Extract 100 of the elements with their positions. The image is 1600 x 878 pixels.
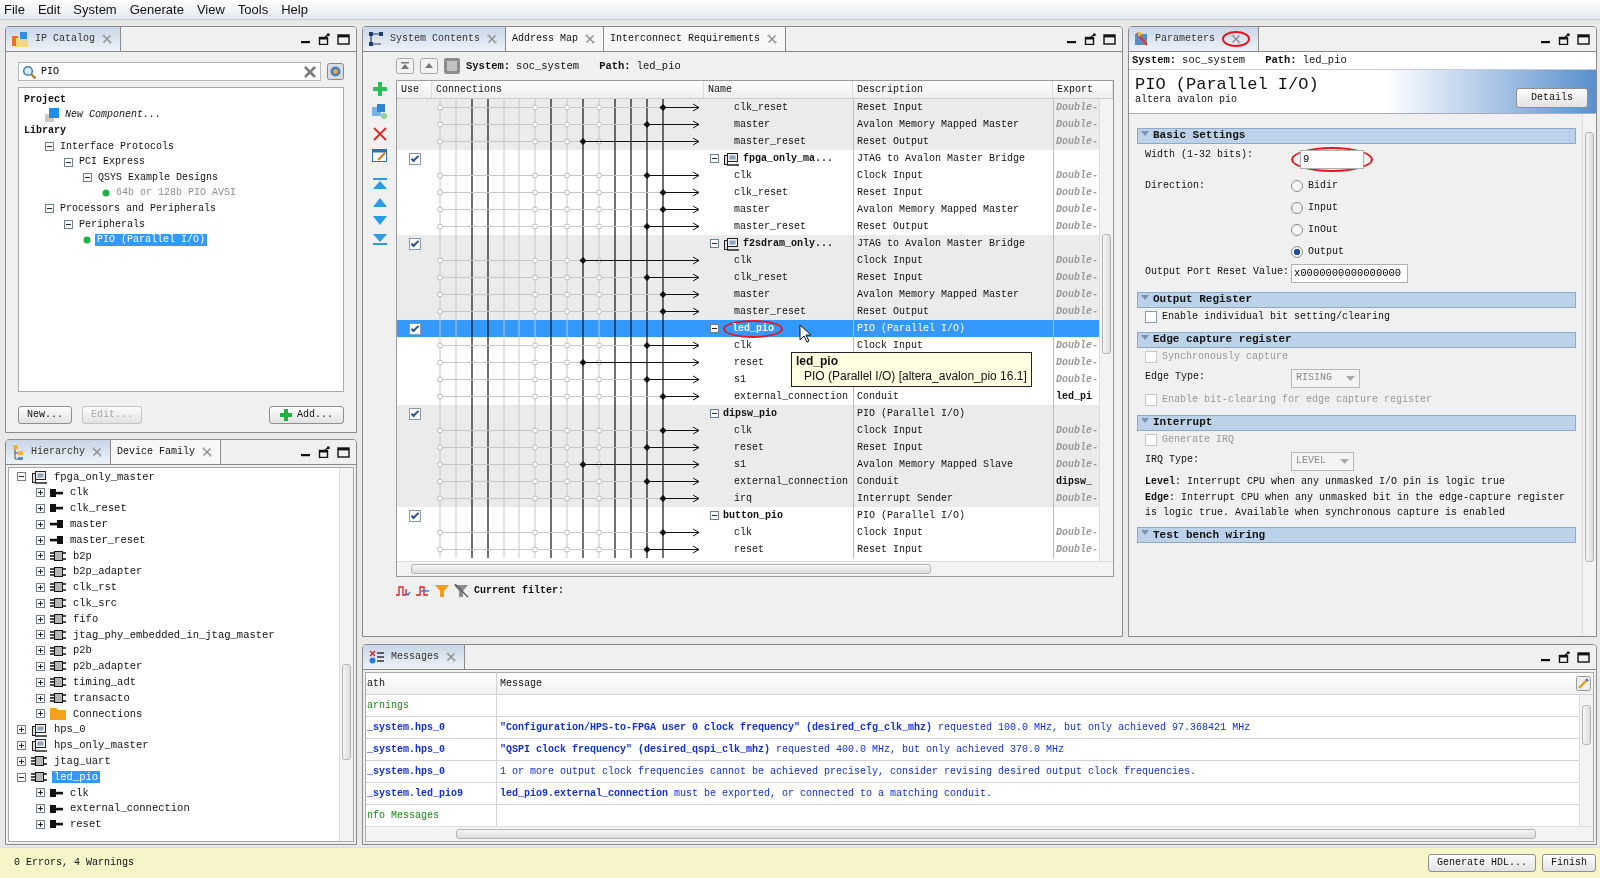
collapse-icon[interactable] bbox=[17, 772, 26, 782]
scrollbar[interactable] bbox=[397, 561, 1113, 576]
expand-icon[interactable] bbox=[17, 740, 26, 750]
restore-icon[interactable] bbox=[318, 33, 330, 45]
maximize-icon[interactable] bbox=[1577, 651, 1590, 663]
radio-button[interactable] bbox=[1291, 179, 1303, 192]
scrollbar[interactable] bbox=[339, 468, 353, 841]
collapse-icon[interactable] bbox=[64, 157, 73, 167]
collapse-icon[interactable] bbox=[17, 472, 26, 482]
expand-icon[interactable] bbox=[17, 756, 26, 766]
tree-item[interactable]: jtag_uart bbox=[52, 754, 113, 768]
expand-icon[interactable] bbox=[36, 709, 45, 719]
scrollbar[interactable] bbox=[1099, 99, 1113, 561]
maximize-icon[interactable] bbox=[1577, 33, 1590, 45]
expand-icon[interactable] bbox=[36, 661, 45, 671]
menu-item[interactable]: Generate bbox=[129, 1, 184, 18]
scrollbar[interactable] bbox=[1582, 113, 1596, 636]
tree-item[interactable]: Peripherals bbox=[77, 218, 147, 231]
waveform-icon[interactable] bbox=[416, 585, 430, 597]
button[interactable]: Finish bbox=[1542, 854, 1596, 872]
expand-icon[interactable] bbox=[36, 819, 45, 829]
remove-icon[interactable] bbox=[372, 127, 387, 141]
expand-icon[interactable] bbox=[36, 488, 45, 498]
tree-item[interactable]: clk_reset bbox=[68, 502, 129, 515]
expand-icon[interactable] bbox=[36, 535, 45, 545]
checkbox[interactable] bbox=[408, 237, 421, 250]
checkbox[interactable] bbox=[1145, 310, 1157, 323]
expand-icon[interactable] bbox=[36, 504, 45, 513]
maximize-icon[interactable] bbox=[337, 33, 350, 45]
menu-item[interactable]: View bbox=[196, 1, 225, 18]
restore-icon[interactable] bbox=[318, 446, 330, 458]
column-header[interactable]: Name bbox=[704, 81, 853, 98]
collapse-icon[interactable] bbox=[83, 173, 92, 183]
collapse-icon[interactable] bbox=[45, 204, 54, 214]
section-header[interactable]: Edge capture register bbox=[1137, 331, 1576, 348]
collapse-icon[interactable] bbox=[710, 511, 719, 520]
radio-button[interactable] bbox=[1291, 201, 1303, 214]
collapse-icon[interactable] bbox=[710, 324, 719, 333]
checkbox[interactable] bbox=[408, 152, 421, 165]
tree-item[interactable]: clk_src bbox=[71, 596, 120, 610]
move-up-button[interactable] bbox=[420, 58, 438, 74]
menu-item[interactable]: Help bbox=[281, 1, 308, 18]
tree-item[interactable]: fifo bbox=[71, 612, 101, 626]
menu-item[interactable]: Edit bbox=[37, 1, 61, 18]
panel-tab[interactable]: Hierarchy bbox=[6, 440, 111, 464]
filter-icon[interactable] bbox=[454, 584, 469, 598]
panel-tab[interactable]: System Contents bbox=[363, 27, 506, 51]
tree-item[interactable]: jtag_phy_embedded_in_jtag_master bbox=[71, 628, 277, 642]
close-icon[interactable] bbox=[92, 447, 102, 457]
tree-item[interactable]: Processors and Peripherals bbox=[58, 202, 219, 215]
expand-icon[interactable] bbox=[36, 693, 45, 703]
radio-button[interactable] bbox=[1291, 245, 1303, 258]
group-label[interactable]: nfo Messages bbox=[367, 809, 439, 822]
component-icon[interactable] bbox=[372, 104, 387, 119]
menu-item[interactable]: System bbox=[73, 1, 117, 18]
tree-item[interactable]: transacto bbox=[71, 691, 132, 705]
expand-icon[interactable] bbox=[36, 519, 45, 529]
expand-icon[interactable] bbox=[36, 646, 45, 656]
expand-icon[interactable] bbox=[36, 788, 45, 798]
tree-item[interactable]: timing_adt bbox=[71, 675, 138, 689]
close-icon[interactable] bbox=[487, 34, 497, 44]
checkbox[interactable] bbox=[408, 322, 421, 335]
expand-icon[interactable] bbox=[36, 582, 45, 592]
close-icon[interactable] bbox=[102, 34, 112, 44]
tree-item[interactable]: hps_0 bbox=[52, 723, 88, 736]
button[interactable]: New... bbox=[18, 406, 72, 424]
restore-icon[interactable] bbox=[1084, 33, 1096, 45]
tree-item[interactable]: b2p_adapter bbox=[71, 565, 145, 578]
group-label[interactable]: arnings bbox=[367, 699, 409, 712]
close-icon[interactable] bbox=[202, 447, 213, 457]
tree-item[interactable]: master bbox=[68, 518, 110, 531]
column-header[interactable]: Export bbox=[1053, 81, 1113, 98]
close-icon[interactable] bbox=[446, 652, 456, 662]
scrollbar[interactable] bbox=[366, 826, 1593, 841]
waveform-icon[interactable] bbox=[396, 585, 411, 597]
panel-tab[interactable]: Device Family bbox=[111, 440, 222, 464]
button[interactable]: Add... bbox=[269, 406, 344, 424]
collapse-icon[interactable] bbox=[710, 239, 719, 248]
tree-item[interactable]: clk_rst bbox=[71, 581, 120, 594]
component-name[interactable]: button_pio bbox=[723, 509, 783, 522]
component-name[interactable]: f2sdram_only... bbox=[743, 237, 833, 250]
tree-item[interactable]: external_connection bbox=[68, 802, 192, 815]
section-header[interactable]: Interrupt bbox=[1137, 414, 1576, 431]
section-header[interactable]: Test bench wiring bbox=[1137, 527, 1576, 544]
tree-item[interactable]: clk bbox=[68, 786, 91, 800]
search-field[interactable]: PIO bbox=[18, 62, 321, 81]
expand-icon[interactable] bbox=[17, 725, 26, 735]
details-button[interactable]: Details bbox=[1516, 87, 1588, 108]
tree-item[interactable]: clk bbox=[68, 486, 91, 499]
collapse-icon[interactable] bbox=[710, 154, 719, 163]
tree-item[interactable]: p2b_adapter bbox=[71, 660, 145, 673]
expand-icon[interactable] bbox=[36, 551, 45, 561]
component-name[interactable]: dipsw_pio bbox=[723, 407, 777, 420]
button[interactable]: Generate HDL... bbox=[1427, 854, 1536, 872]
checkbox[interactable] bbox=[408, 407, 421, 420]
panel-tab[interactable]: Parameters bbox=[1129, 27, 1259, 51]
tree-item[interactable]: Connections bbox=[71, 707, 145, 721]
tree-item[interactable]: b2p bbox=[71, 549, 94, 563]
collapse-icon[interactable] bbox=[45, 142, 54, 152]
component-name[interactable]: fpga_only_ma... bbox=[743, 152, 833, 165]
